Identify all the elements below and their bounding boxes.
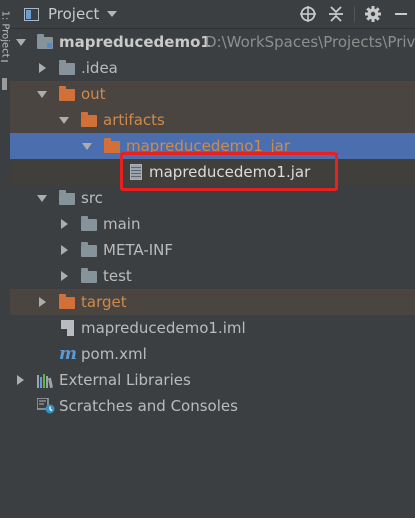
libraries-icon [37, 373, 53, 389]
root-module-name: mapreducedemo1 [59, 33, 211, 51]
project-view-icon [24, 7, 39, 21]
annotation-highlight-box [120, 152, 338, 191]
tree-item-meta-inf[interactable]: META-INF [10, 237, 415, 263]
scratches-label: Scratches and Consoles [59, 397, 238, 415]
file-name: pom.xml [81, 345, 147, 363]
folder-icon [81, 268, 97, 283]
root-module-path: D:\WorkSpaces\Projects\Priv [205, 33, 415, 51]
folder-name: target [81, 293, 127, 311]
expand-arrow-icon[interactable] [17, 375, 24, 385]
project-view-title[interactable]: Project [48, 5, 99, 23]
folder-name: .idea [81, 59, 118, 77]
folder-icon [59, 190, 75, 205]
folder-name: artifacts [103, 111, 165, 129]
folder-icon [81, 242, 97, 257]
project-tree: mapreducedemo1 D:\WorkSpaces\Projects\Pr… [10, 29, 415, 518]
expand-arrow-icon[interactable] [16, 39, 26, 46]
expand-arrow-icon[interactable] [61, 219, 68, 229]
strip-divider [1, 60, 8, 62]
minimize-icon[interactable] [387, 0, 415, 28]
chevron-down-icon[interactable] [107, 11, 118, 17]
expand-arrow-icon[interactable] [39, 297, 46, 307]
module-folder-icon [37, 34, 53, 49]
external-libraries-label: External Libraries [59, 371, 191, 389]
tree-item-artifacts[interactable]: artifacts [10, 107, 415, 133]
folder-name: out [81, 85, 106, 103]
collapse-all-icon[interactable] [322, 0, 350, 28]
strip-marker [2, 78, 7, 90]
project-panel-header: Project [10, 0, 415, 29]
folder-name: test [103, 267, 132, 285]
tree-item-test[interactable]: test [10, 263, 415, 289]
expand-arrow-icon[interactable] [61, 245, 68, 255]
folder-name: src [81, 189, 103, 207]
tree-item-iml[interactable]: mapreducedemo1.iml [10, 315, 415, 341]
tree-item-root[interactable]: mapreducedemo1 D:\WorkSpaces\Projects\Pr… [10, 29, 415, 55]
collapse-arrow-icon[interactable] [37, 195, 47, 202]
locate-icon[interactable] [294, 0, 322, 28]
tree-item-pom[interactable]: m pom.xml [10, 341, 415, 367]
collapse-arrow-icon[interactable] [82, 143, 92, 150]
expand-arrow-icon[interactable] [39, 63, 46, 73]
expand-arrow-icon[interactable] [61, 271, 68, 281]
gear-icon[interactable] [359, 0, 387, 28]
folder-name: META-INF [103, 241, 174, 259]
folder-icon [59, 294, 75, 309]
toolbar-separator [354, 6, 355, 22]
collapse-arrow-icon[interactable] [59, 117, 69, 124]
scratches-icon [36, 397, 55, 414]
folder-icon [81, 216, 97, 231]
folder-icon [104, 138, 120, 153]
iml-file-icon [61, 320, 74, 336]
file-name: mapreducedemo1.iml [81, 319, 246, 337]
folder-icon [81, 112, 97, 127]
tree-item-out[interactable]: out [10, 81, 415, 107]
tree-item-external-libraries[interactable]: External Libraries [10, 367, 415, 393]
project-strip-label: 1: Project [0, 10, 11, 58]
header-toolbar [294, 0, 415, 28]
maven-icon: m [59, 344, 77, 364]
folder-icon [59, 86, 75, 101]
tree-item-target[interactable]: target [10, 289, 415, 315]
collapse-arrow-icon[interactable] [37, 91, 47, 98]
tree-item-scratches[interactable]: Scratches and Consoles [10, 393, 415, 419]
tree-item-main[interactable]: main [10, 211, 415, 237]
folder-icon [59, 60, 75, 75]
folder-name: main [103, 215, 141, 233]
tree-item-idea[interactable]: .idea [10, 55, 415, 81]
